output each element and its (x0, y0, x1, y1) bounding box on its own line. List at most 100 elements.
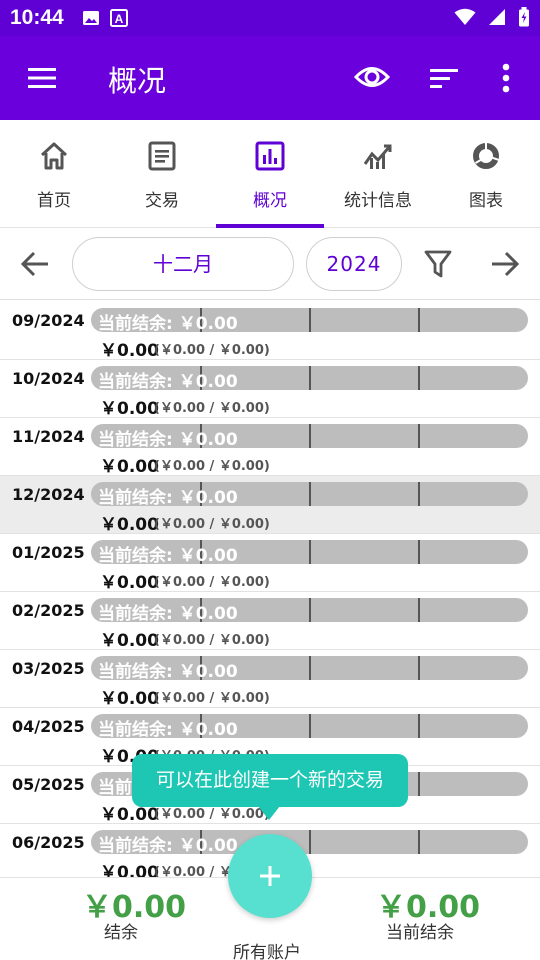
balance-bar: 当前结余: ￥0.00 (91, 714, 528, 738)
bar-tick (418, 598, 420, 622)
eye-icon (353, 67, 391, 87)
list-item[interactable]: 10/2024 当前结余: ￥0.00 ￥0.00 (￥0.00 / ￥0.00… (0, 360, 540, 419)
month-label: 04/2025 (12, 717, 85, 736)
visibility-button[interactable] (353, 62, 391, 92)
bar-tick (418, 424, 420, 448)
bar-chart-icon (254, 140, 286, 172)
list-item[interactable]: 02/2025 当前结余: ￥0.00 ￥0.00 (￥0.00 / ￥0.00… (0, 592, 540, 651)
tab-label: 图表 (469, 191, 503, 211)
balance-bar: 当前结余: ￥0.00 (91, 656, 528, 680)
month-detail: (￥0.00 / ￥0.00) (154, 517, 270, 532)
bar-tick (309, 308, 311, 332)
bar-tick (418, 656, 420, 680)
list-item[interactable]: 01/2025 当前结余: ￥0.00 ￥0.00 (￥0.00 / ￥0.00… (0, 534, 540, 593)
bar-tick (418, 540, 420, 564)
new-transaction-tooltip[interactable]: 可以在此创建一个新的交易 (132, 754, 408, 807)
previous-period-button[interactable] (20, 250, 52, 278)
text-icon: A (110, 9, 128, 31)
month-detail: (￥0.00 / ￥0.00) (154, 691, 270, 706)
signal-icon (488, 8, 506, 30)
month-detail: (￥0.00 / ￥0.00) (154, 575, 270, 590)
month-label: 05/2025 (12, 775, 85, 794)
wifi-icon (454, 8, 476, 30)
arrow-left-icon (20, 251, 48, 277)
list-item[interactable]: 09/2024 当前结余: ￥0.00 ￥0.00 (￥0.00 / ￥0.00… (0, 302, 540, 361)
home-icon (38, 140, 70, 172)
bar-tick (309, 598, 311, 622)
bar-tick (418, 366, 420, 390)
list-item[interactable]: 03/2025 当前结余: ￥0.00 ￥0.00 (￥0.00 / ￥0.00… (0, 650, 540, 709)
bar-label: 当前结余: ￥0.00 (98, 430, 238, 448)
bar-label: 当前结余: ￥0.00 (98, 488, 238, 506)
menu-icon (28, 68, 56, 88)
month-amount: ￥0.00 (100, 573, 159, 593)
period-selector: 十二月 2024 (0, 228, 540, 300)
tab-statistics[interactable]: 统计信息 (324, 120, 432, 228)
plus-icon (258, 864, 282, 888)
bar-tick (418, 482, 420, 506)
status-bar: 10:44 A (0, 0, 540, 36)
page-title: 概况 (108, 64, 167, 98)
list-item[interactable]: 11/2024 当前结余: ￥0.00 ￥0.00 (￥0.00 / ￥0.00… (0, 418, 540, 477)
bar-tick (309, 830, 311, 854)
bar-label: 当前结余: ￥0.00 (98, 662, 238, 680)
tab-overview[interactable]: 概况 (216, 120, 324, 228)
next-period-button[interactable] (488, 250, 520, 278)
add-transaction-button[interactable] (228, 834, 312, 918)
bar-tick (309, 540, 311, 564)
month-label: 01/2025 (12, 543, 85, 562)
status-time: 10:44 (10, 6, 64, 29)
tab-home[interactable]: 首页 (0, 120, 108, 228)
list-item-selected[interactable]: 12/2024 当前结余: ￥0.00 ￥0.00 (￥0.00 / ￥0.00… (0, 476, 540, 535)
svg-text:A: A (115, 12, 124, 26)
bar-label: 当前结余: ￥0.00 (98, 372, 238, 390)
balance-bar: 当前结余: ￥0.00 (91, 540, 528, 564)
bar-tick (309, 714, 311, 738)
month-label: 09/2024 (12, 311, 85, 330)
transactions-icon (146, 140, 178, 172)
bar-tick (418, 772, 420, 796)
tooltip-arrow (258, 806, 280, 820)
tab-bar: 首页 交易 概况 统计信息 图表 (0, 120, 540, 228)
month-amount: ￥0.00 (100, 457, 159, 477)
more-vert-icon (502, 63, 510, 93)
more-options-button[interactable] (496, 62, 516, 94)
year-selector[interactable]: 2024 (306, 237, 402, 291)
balance-bar: 当前结余: ￥0.00 (91, 482, 528, 506)
month-label: 06/2025 (12, 833, 85, 852)
month-amount: ￥0.00 (100, 515, 159, 535)
balance-bar: 当前结余: ￥0.00 (91, 830, 528, 854)
month-detail: (￥0.00 / ￥0.00) (154, 459, 270, 474)
bar-tick (309, 424, 311, 448)
menu-button[interactable] (26, 64, 58, 92)
month-detail: (￥0.00 / ￥0.00) (154, 343, 270, 358)
tab-label: 首页 (37, 191, 71, 211)
arrow-right-icon (492, 251, 520, 277)
image-icon (82, 9, 100, 31)
bar-tick (418, 714, 420, 738)
balance-bar: 当前结余: ￥0.00 (91, 424, 528, 448)
stats-icon (362, 140, 394, 172)
month-selector[interactable]: 十二月 (72, 237, 294, 291)
sort-button[interactable] (428, 64, 460, 92)
app-bar: 概况 (0, 36, 540, 120)
bar-label: 当前结余: ￥0.00 (98, 720, 238, 738)
balance-bar: 当前结余: ￥0.00 (91, 598, 528, 622)
bar-tick (418, 830, 420, 854)
month-label: 02/2025 (12, 601, 85, 620)
battery-icon (518, 7, 530, 31)
filter-button[interactable] (424, 249, 452, 279)
bar-label: 当前结余: ￥0.00 (98, 314, 238, 332)
filter-icon (424, 250, 452, 278)
month-detail: (￥0.00 / ￥0.00) (154, 401, 270, 416)
bar-tick (418, 308, 420, 332)
tab-label: 概况 (253, 191, 287, 211)
tab-transactions[interactable]: 交易 (108, 120, 216, 228)
month-detail: (￥0.00 / ￥0.00) (154, 633, 270, 648)
account-selector[interactable]: 所有账户 (233, 938, 301, 960)
tab-charts[interactable]: 图表 (432, 120, 540, 228)
sort-icon (430, 69, 458, 88)
month-amount: ￥0.00 (100, 399, 159, 419)
month-label: 11/2024 (12, 427, 85, 446)
current-balance-label: 当前结余 (386, 923, 454, 943)
